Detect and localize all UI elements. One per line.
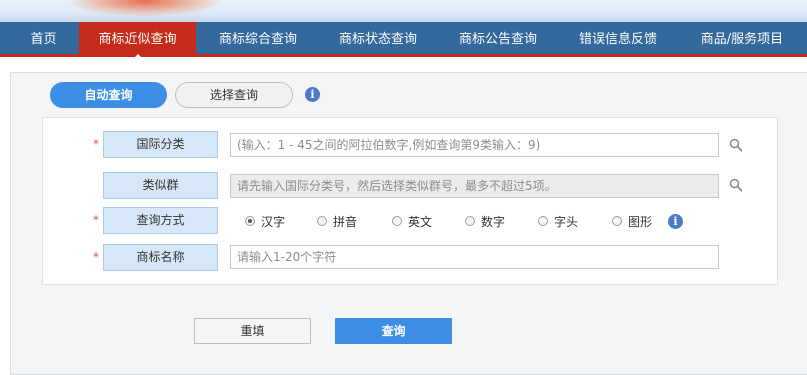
radio-label: 汉字	[261, 214, 286, 229]
required-mark: *	[93, 137, 99, 151]
required-mark: *	[93, 250, 99, 264]
header-banner	[0, 0, 807, 22]
search-icon[interactable]	[729, 178, 743, 192]
info-icon[interactable]: i	[668, 214, 683, 229]
reset-button[interactable]: 重填	[194, 318, 311, 344]
nav-item-home[interactable]: 首页	[16, 22, 71, 57]
nav-item-error-feedback[interactable]: 错误信息反馈	[566, 22, 670, 57]
main-nav: 首页 商标近似查询 商标综合查询 商标状态查询 商标公告查询 错误信息反馈 商品…	[0, 22, 807, 60]
intl-class-input[interactable]	[230, 133, 719, 157]
radio-pinyin[interactable]: 拼音	[317, 213, 357, 229]
nav-item-goods-services[interactable]: 商品/服务项目	[686, 22, 798, 57]
nav-item-announcement-search[interactable]: 商标公告查询	[446, 22, 550, 57]
search-icon[interactable]	[729, 138, 743, 152]
similar-group-input[interactable]	[230, 174, 719, 198]
tab-auto-query[interactable]: 自动查询	[50, 82, 167, 108]
tm-name-input[interactable]	[230, 245, 719, 269]
radio-english[interactable]: 英文	[392, 213, 432, 229]
radio-label: 字头	[554, 214, 579, 229]
nav-item-similar-search[interactable]: 商标近似查询	[79, 22, 196, 60]
intl-class-label: 国际分类	[103, 131, 218, 158]
required-mark: *	[93, 213, 99, 227]
radio-label: 数字	[481, 214, 506, 229]
radio-button[interactable]	[612, 216, 622, 226]
radio-graphic[interactable]: 图形	[612, 213, 652, 229]
radio-number[interactable]: 数字	[465, 213, 505, 229]
similar-group-label: 类似群	[103, 172, 218, 199]
query-mode-label: 查询方式	[103, 207, 218, 234]
banner-glow	[70, 0, 220, 16]
radio-hanzi[interactable]: 汉字	[245, 213, 285, 229]
info-icon[interactable]: i	[305, 87, 320, 102]
nav-item-comprehensive-search[interactable]: 商标综合查询	[206, 22, 310, 57]
tab-select-query[interactable]: 选择查询	[175, 82, 293, 108]
radio-button[interactable]	[538, 216, 548, 226]
radio-button[interactable]	[317, 216, 327, 226]
radio-button[interactable]	[245, 216, 255, 226]
query-button[interactable]: 查询	[335, 318, 452, 344]
tm-name-label: 商标名称	[103, 244, 218, 271]
radio-button[interactable]	[392, 216, 402, 226]
nav-item-status-search[interactable]: 商标状态查询	[326, 22, 430, 57]
radio-label: 英文	[408, 214, 433, 229]
radio-label: 拼音	[333, 214, 358, 229]
radio-label: 图形	[628, 214, 653, 229]
radio-button[interactable]	[465, 216, 475, 226]
radio-initial[interactable]: 字头	[538, 213, 578, 229]
